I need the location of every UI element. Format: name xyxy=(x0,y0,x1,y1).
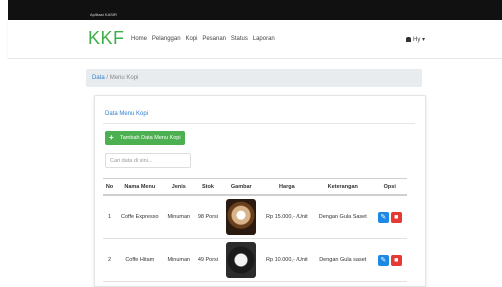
user-icon xyxy=(406,37,411,42)
cell-no: 1 xyxy=(103,195,116,239)
delete-button[interactable]: ■ xyxy=(390,254,402,266)
table-row: 1 Coffe Expresso Minuman 98 Porsi Rp 15.… xyxy=(103,195,407,239)
breadcrumb: Data / Menu Kopi xyxy=(86,69,422,87)
cell-keterangan: Dengan Gula Saset xyxy=(312,195,373,239)
breadcrumb-current: Menu Kopi xyxy=(109,75,139,81)
cell-gambar xyxy=(221,195,261,239)
table-header-row: No Nama Menu Jenis Stok Gambar Harga Ket… xyxy=(103,178,407,196)
coffee-image xyxy=(226,199,257,235)
cell-opsi: ✎ ■ xyxy=(372,238,407,282)
coffee-image xyxy=(226,242,257,278)
col-keterangan: Keterangan xyxy=(312,178,373,196)
user-menu[interactable]: Hy ▾ xyxy=(406,36,425,43)
cell-jenis: Minuman xyxy=(163,195,195,239)
col-harga: Harga xyxy=(260,178,313,196)
edit-button[interactable]: ✎ xyxy=(377,211,389,223)
chevron-down-icon: ▾ xyxy=(422,37,426,43)
plus-icon: + xyxy=(109,133,114,142)
cell-harga: Rp 15.000,- /Unit xyxy=(260,195,313,239)
col-jenis: Jenis xyxy=(163,178,195,196)
delete-button[interactable]: ■ xyxy=(390,211,402,223)
col-stok: Stok xyxy=(194,178,222,196)
cell-keterangan: Dengan Gula saset xyxy=(312,238,373,282)
card-divider xyxy=(103,123,415,124)
nav-item-pesanan[interactable]: Pesanan xyxy=(202,36,226,42)
window-title: Aplikasi KASIR xyxy=(90,12,117,17)
nav-item-kopi[interactable]: Kopi xyxy=(185,36,197,42)
cell-opsi: ✎ ■ xyxy=(372,195,407,239)
add-menu-kopi-button[interactable]: + Tambah Data Menu Kopi xyxy=(105,131,185,145)
col-no: No xyxy=(103,178,116,196)
window-left-edge xyxy=(0,0,8,282)
cell-gambar xyxy=(221,238,261,282)
search-input[interactable] xyxy=(105,153,191,168)
brand-logo[interactable]: KKF xyxy=(88,28,125,49)
trash-icon: ■ xyxy=(394,213,399,221)
cell-jenis: Minuman xyxy=(163,238,195,282)
nav-item-status[interactable]: Status xyxy=(231,36,248,42)
top-navbar: KKF Home Pelanggan Kopi Pesanan Status L… xyxy=(8,20,502,59)
window-title-bar: Aplikasi KASIR xyxy=(8,0,502,20)
cell-stok: 49 Porsi xyxy=(194,238,222,282)
breadcrumb-separator: / xyxy=(106,75,109,81)
cell-no: 2 xyxy=(103,238,116,282)
cell-nama: Coffe Hitam xyxy=(116,238,164,282)
menu-kopi-card: Data Menu Kopi + Tambah Data Menu Kopi N… xyxy=(94,95,426,287)
pencil-icon: ✎ xyxy=(380,256,387,264)
nav-item-pelanggan[interactable]: Pelanggan xyxy=(152,36,181,42)
table-row: 2 Coffe Hitam Minuman 49 Porsi Rp 10.000… xyxy=(103,238,407,282)
user-label: Hy xyxy=(413,37,421,43)
cell-stok: 98 Porsi xyxy=(194,195,222,239)
menu-table: No Nama Menu Jenis Stok Gambar Harga Ket… xyxy=(103,178,407,282)
nav-menu: Home Pelanggan Kopi Pesanan Status Lapor… xyxy=(131,36,278,42)
trash-icon: ■ xyxy=(394,256,399,264)
pencil-icon: ✎ xyxy=(380,213,387,221)
col-nama-menu: Nama Menu xyxy=(116,178,164,196)
cell-nama: Coffe Expresso xyxy=(116,195,164,239)
add-button-label: Tambah Data Menu Kopi xyxy=(120,135,181,141)
edit-button[interactable]: ✎ xyxy=(377,254,389,266)
nav-item-laporan[interactable]: Laporan xyxy=(253,36,275,42)
nav-item-home[interactable]: Home xyxy=(131,36,147,42)
col-gambar: Gambar xyxy=(221,178,261,196)
col-opsi: Opsi xyxy=(372,178,407,196)
card-title: Data Menu Kopi xyxy=(105,111,149,117)
window-right-edge xyxy=(490,59,502,282)
breadcrumb-link-data[interactable]: Data xyxy=(92,75,105,81)
cell-harga: Rp 10.000,- /Unit xyxy=(260,238,313,282)
